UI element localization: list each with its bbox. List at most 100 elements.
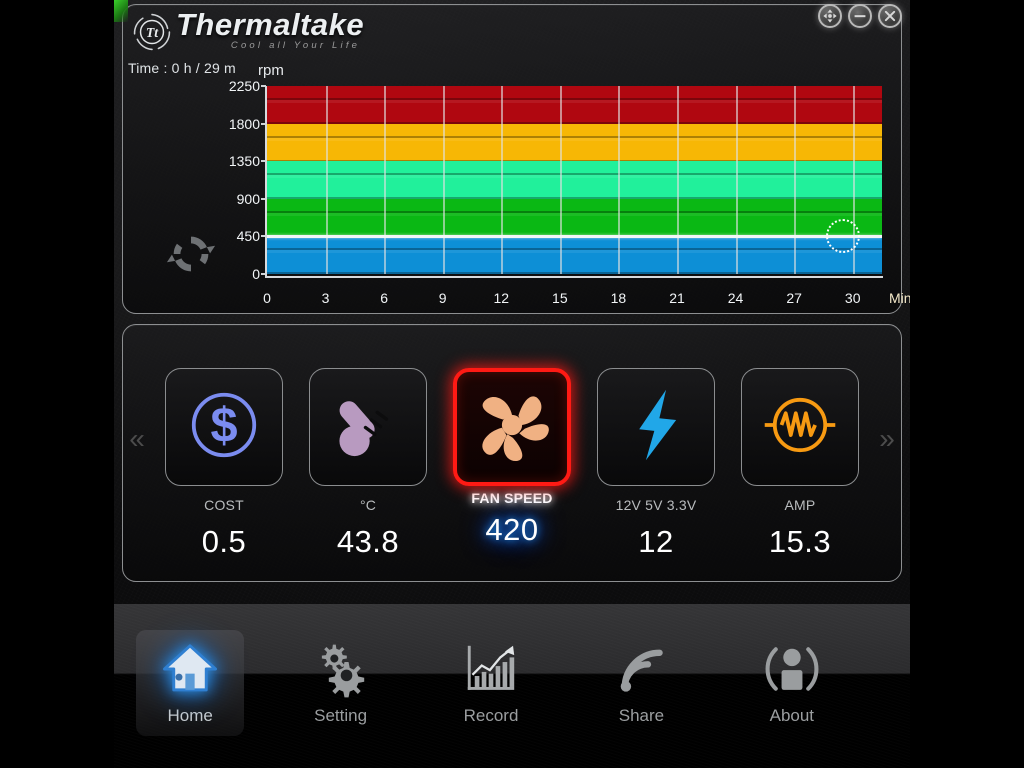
- close-button[interactable]: [878, 4, 902, 28]
- gauge-tile-value-amp: 15.3: [768, 524, 832, 559]
- gauge-next-arrow[interactable]: »: [872, 425, 902, 453]
- chart-x-tick-label: 12: [493, 290, 510, 306]
- chart-y-axis-title: rpm: [258, 62, 284, 79]
- chart-gridline: [325, 86, 328, 274]
- chart-zone-red-zone: [267, 86, 882, 124]
- nav-item-label-home: Home: [167, 706, 213, 725]
- dollar-circle-icon: $: [182, 383, 266, 472]
- chart-gridline: [501, 86, 504, 274]
- chart-y-axis: 0 450 900 1350 1800 2250: [224, 78, 266, 282]
- brand: Tt Thermaltake Cool all Your Life: [130, 8, 364, 54]
- nav-item-label-share: Share: [618, 706, 665, 725]
- nav-item-label-setting: Setting: [314, 706, 368, 725]
- gauge-tile-label-voltage: 12V 5V 3.3V: [615, 497, 697, 513]
- gauge-tile-fan-speed[interactable]: FAN SPEED 420: [448, 368, 576, 548]
- nav-item-label-record: Record: [463, 706, 519, 725]
- chart-y-tick-label: 450: [236, 228, 260, 245]
- time-label: Time : 0 h / 29 m: [128, 60, 236, 76]
- nav-item-share[interactable]: Share: [587, 630, 695, 736]
- chart-icon: [460, 640, 522, 698]
- thermometer-icon: [326, 383, 410, 472]
- gauge-tile-box-voltage[interactable]: [597, 368, 715, 486]
- gauge-tiles: $ COST 0.5 °C 43.8 FAN SPEED 420 12V 5V 3.3V 12 A…: [152, 346, 872, 560]
- chart-zone-blue-zone: [267, 236, 882, 274]
- nav-item-about[interactable]: About: [738, 630, 846, 736]
- chart-x-axis: 0 3 6 9 12 15 18 21 24 27 30: [263, 290, 885, 312]
- gauge-tile-value-fan-speed: 420: [485, 512, 539, 547]
- gauge-tile-label-amp: AMP: [784, 497, 816, 513]
- gauge-tile-value-cost: 0.5: [201, 524, 247, 559]
- fan-icon: [466, 379, 558, 476]
- gauge-row: « $ COST 0.5 °C 43.8 FAN SPEED 420 12V 5V 3.3V 1…: [122, 324, 902, 582]
- gauge-tile-box-amp[interactable]: [741, 368, 859, 486]
- rss-icon: [610, 640, 672, 698]
- svg-text:$: $: [210, 398, 237, 452]
- refresh-icon[interactable]: [162, 228, 220, 280]
- chart-x-tick-label: 9: [438, 290, 447, 306]
- move-button[interactable]: [818, 4, 842, 28]
- accent-corner: [114, 0, 128, 22]
- gauge-tile-cost[interactable]: $ COST 0.5: [160, 368, 288, 560]
- svg-text:Tt: Tt: [146, 25, 159, 40]
- minimize-button[interactable]: [848, 4, 872, 28]
- chart-zone-green-zone: [267, 198, 882, 237]
- chart-gridline: [384, 86, 387, 274]
- gauge-tile-temp[interactable]: °C 43.8: [304, 368, 432, 560]
- chart-y-axis-line: [265, 86, 267, 276]
- nav-item-home[interactable]: Home: [136, 630, 245, 736]
- person-icon: [761, 640, 823, 698]
- gauge-prev-arrow[interactable]: «: [122, 425, 152, 453]
- chart-x-axis-title: Min: [889, 290, 910, 306]
- gauge-tile-voltage[interactable]: 12V 5V 3.3V 12: [592, 368, 720, 560]
- thermaltake-logo-icon: Tt: [133, 13, 171, 51]
- chart-x-axis-line: [265, 276, 883, 278]
- gauge-tile-box-cost[interactable]: $: [165, 368, 283, 486]
- chart-x-tick-label: 6: [380, 290, 389, 306]
- gauge-tile-value-temp: 43.8: [336, 524, 400, 559]
- gears-icon: [310, 640, 372, 698]
- gauge-tile-label-cost: COST: [204, 497, 244, 513]
- window-controls: [818, 4, 902, 28]
- chart-data-line: [267, 235, 882, 239]
- chart-y-tick-label: 0: [252, 266, 260, 282]
- thermaltake-app-window: Tt Thermaltake Cool all Your Life Time :…: [114, 0, 910, 768]
- chart-x-tick-label: 15: [552, 290, 568, 306]
- gauge-tile-label-temp: °C: [359, 497, 377, 513]
- chart-gridline: [794, 86, 797, 274]
- chart-x-tick-label: 21: [669, 290, 685, 306]
- chart-x-tick-label: 3: [321, 290, 330, 306]
- chart-gridline: [677, 86, 679, 274]
- close-icon: [884, 10, 896, 22]
- chart-y-tick-label: 900: [236, 190, 260, 207]
- gauge-tile-box-temp[interactable]: [309, 368, 427, 486]
- resistor-circle-icon: [758, 383, 842, 472]
- chart-gridline: [618, 86, 621, 274]
- gauge-tile-label-fan-speed: FAN SPEED: [471, 490, 553, 506]
- gauge-tile-box-fan-speed[interactable]: [453, 368, 571, 486]
- nav-items: Home Setting Record Share About: [136, 630, 888, 736]
- gauge-tile-amp[interactable]: AMP 15.3: [736, 368, 864, 560]
- bottom-navbar: Home Setting Record Share About: [114, 604, 910, 768]
- chart-zone-amber-zone: [267, 123, 882, 162]
- home-icon: [159, 640, 221, 698]
- gauge-tile-value-voltage: 12: [638, 524, 674, 559]
- chart-x-tick-label: 27: [786, 290, 802, 306]
- move-arrows-icon: [823, 9, 837, 23]
- nav-item-label-about: About: [769, 706, 815, 725]
- chart-x-tick-label: 18: [610, 290, 627, 306]
- chart-y-tick-label: 1350: [228, 153, 260, 170]
- chart-x-tick-label: 24: [727, 290, 744, 306]
- chart-y-tick-label: 2250: [228, 78, 260, 94]
- chart-gridline: [442, 86, 445, 274]
- chart-y-tick-label: 1800: [228, 115, 260, 132]
- chart-x-tick-label: 0: [263, 290, 271, 306]
- lightning-bolt-icon: [614, 383, 698, 472]
- nav-item-setting[interactable]: Setting: [286, 630, 394, 736]
- brand-name: Thermaltake: [176, 7, 365, 42]
- chart-gridline: [559, 86, 562, 274]
- chart-x-tick-label: 30: [844, 290, 861, 306]
- nav-item-record[interactable]: Record: [437, 630, 545, 736]
- minimize-icon: [854, 15, 866, 18]
- chart-zone-spring-zone: [267, 161, 882, 199]
- chart-gridline: [735, 86, 738, 274]
